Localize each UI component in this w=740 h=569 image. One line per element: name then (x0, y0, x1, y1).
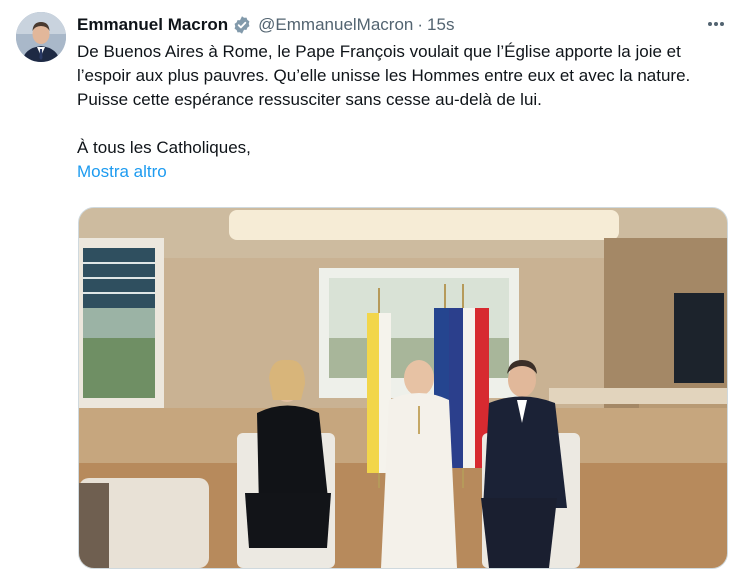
tweet-text: De Buenos Aires à Rome, le Pape François… (77, 40, 727, 184)
show-more-link[interactable]: Mostra altro (77, 160, 167, 184)
more-options-icon[interactable] (704, 12, 728, 36)
separator-dot: · (417, 15, 424, 34)
author-handle[interactable]: @EmmanuelMacron (258, 15, 413, 35)
tweet-photo[interactable] (78, 207, 728, 569)
verified-badge-icon (232, 15, 252, 35)
author-avatar[interactable] (16, 12, 66, 62)
tweet-header: Emmanuel Macron @EmmanuelMacron · 15s (77, 14, 454, 36)
author-name[interactable]: Emmanuel Macron (77, 15, 228, 35)
tweet-text-paragraph-2: À tous les Catholiques, (77, 138, 251, 157)
tweet-text-paragraph-1: De Buenos Aires à Rome, le Pape François… (77, 42, 691, 109)
timestamp[interactable]: 15s (427, 15, 454, 35)
